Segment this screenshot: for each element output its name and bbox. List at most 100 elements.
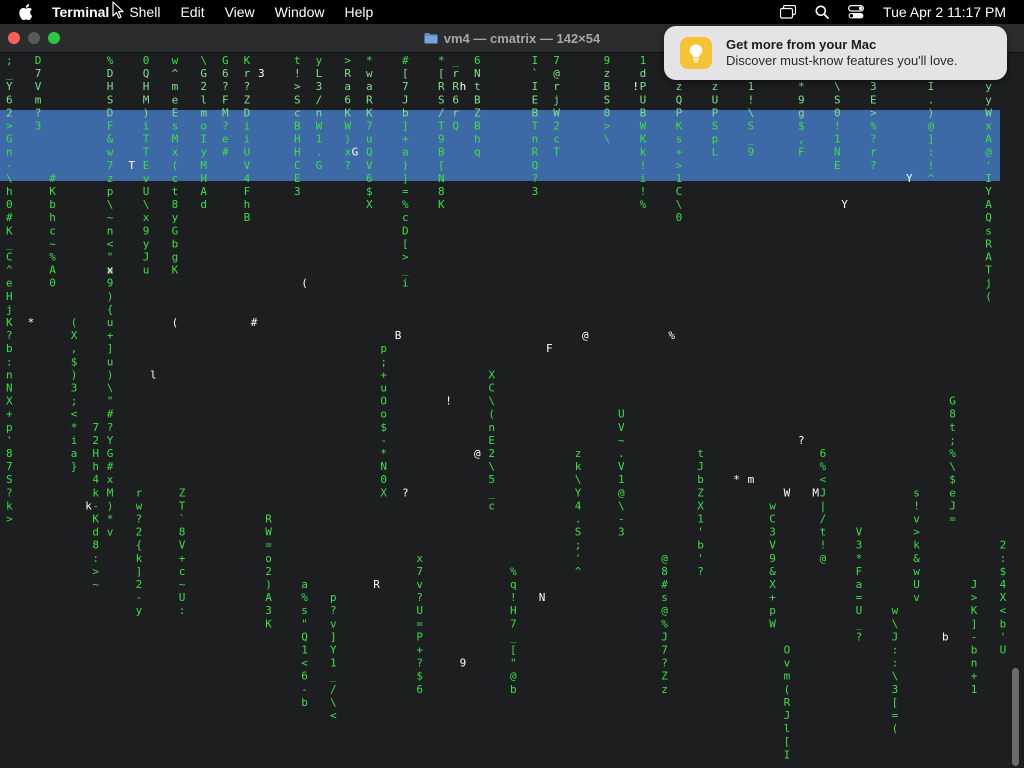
matrix-char: $ (798, 120, 805, 133)
matrix-char: 0 (49, 277, 56, 290)
matrix-char: & (107, 133, 114, 146)
matrix-char: b (697, 473, 704, 486)
matrix-char: _ (510, 630, 517, 643)
matrix-char: ~ (49, 237, 56, 250)
matrix-char: ! (820, 539, 827, 552)
matrix-char: % (402, 198, 409, 211)
matrix-char: S (438, 93, 445, 106)
matrix-char: c (553, 133, 560, 146)
matrix-char-head: B (395, 329, 402, 342)
menu-window[interactable]: Window (265, 0, 335, 24)
matrix-char: ' (985, 159, 992, 172)
matrix-char: ; (575, 539, 582, 552)
matrix-char: S (748, 120, 755, 133)
matrix-char: * (438, 54, 445, 67)
matrix-char: \ (748, 106, 755, 119)
matrix-char-head: ? (402, 486, 409, 499)
apple-icon[interactable] (18, 4, 34, 20)
matrix-char: ] (402, 172, 409, 185)
control-center-icon[interactable] (847, 3, 865, 21)
matrix-char: ! (928, 159, 935, 172)
search-icon[interactable] (813, 3, 831, 21)
matrix-char: M (107, 486, 114, 499)
matrix-char-head: R (373, 578, 380, 591)
matrix-char: : (928, 146, 935, 159)
matrix-char: + (769, 591, 776, 604)
matrix-char: s (172, 120, 179, 133)
matrix-char: w (892, 604, 899, 617)
matrix-char: _ (6, 67, 13, 80)
matrix-char: a (366, 80, 373, 93)
matrix-char: : (892, 644, 899, 657)
matrix-char: E (294, 172, 301, 185)
matrix-char: 7 (510, 617, 517, 630)
menu-bar-clock[interactable]: Tue Apr 2 11:17 PM (883, 4, 1006, 20)
matrix-char: 1 (748, 80, 755, 93)
matrix-char: 9 (143, 224, 150, 237)
matrix-char: G (107, 447, 114, 460)
matrix-char: E (532, 93, 539, 106)
matrix-char: - (136, 591, 143, 604)
menu-terminal[interactable]: Terminal (52, 0, 119, 24)
matrix-char: P (712, 106, 719, 119)
matrix-char: ' (575, 552, 582, 565)
matrix-char: v (913, 591, 920, 604)
matrix-char: # (49, 172, 56, 185)
matrix-char: R (532, 146, 539, 159)
terminal-output[interactable]: ; _ Y 6 2 > Gn - \ h 0 # K _ C ^ e Hj K? b: n N X + p ' 8 7 S? k > D 7 Vm… (0, 53, 1024, 768)
matrix-char: - (971, 630, 978, 643)
matrix-char: d (92, 526, 99, 539)
matrix-char: b (510, 683, 517, 696)
window-switcher-icon[interactable] (779, 3, 797, 21)
matrix-char: S (834, 93, 841, 106)
matrix-char: : (6, 355, 13, 368)
matrix-char: @ (553, 67, 560, 80)
matrix-char: v (784, 657, 791, 670)
matrix-char: \ (488, 395, 495, 408)
matrix-char: " (301, 617, 308, 630)
matrix-char: H (143, 80, 150, 93)
matrix-char: w (769, 499, 776, 512)
matrix-char: < (330, 709, 337, 722)
matrix-char: ( (488, 408, 495, 421)
matrix-char: 2 (6, 106, 13, 119)
matrix-char: 4 (1000, 578, 1007, 591)
matrix-char: K (172, 264, 179, 277)
matrix-char: a (344, 80, 351, 93)
cmatrix-rain: ;_Y62>Gn-\h0#K_C^eHjK?b:nNX+p'87S?k>D7Vm… (6, 54, 1007, 761)
matrix-char: ) (71, 368, 78, 381)
menu-help[interactable]: Help (334, 0, 383, 24)
matrix-char: E (172, 106, 179, 119)
matrix-char: n (6, 146, 13, 159)
matrix-char: ) (107, 499, 114, 512)
matrix-char: U (416, 604, 423, 617)
matrix-char: ! (640, 185, 647, 198)
matrix-char: \ (834, 80, 841, 93)
matrix-char: 9 (438, 133, 445, 146)
scrollbar-thumb[interactable] (1012, 668, 1019, 766)
matrix-char: _ (488, 486, 495, 499)
menu-view[interactable]: View (215, 0, 265, 24)
matrix-char: 9 (748, 146, 755, 159)
menu-edit[interactable]: Edit (170, 0, 214, 24)
matrix-char: n (971, 657, 978, 670)
matrix-char: k (92, 486, 99, 499)
matrix-char: n (6, 368, 13, 381)
matrix-char: j (553, 93, 560, 106)
matrix-char: V (618, 421, 625, 434)
matrix-char: b (697, 539, 704, 552)
matrix-char-head: ! (632, 80, 639, 93)
matrix-char: % (870, 120, 877, 133)
matrix-char: b (971, 644, 978, 657)
matrix-char: u (366, 133, 373, 146)
matrix-char: E (870, 93, 877, 106)
matrix-char: B (474, 120, 481, 133)
matrix-char: $ (1000, 565, 1007, 578)
matrix-char: e (172, 93, 179, 106)
menu-shell[interactable]: Shell (119, 0, 170, 24)
matrix-char: % (661, 617, 668, 630)
matrix-char: 8 (172, 198, 179, 211)
matrix-char: % (49, 251, 56, 264)
matrix-char: - (92, 499, 99, 512)
tips-notification[interactable]: Get more from your Mac Discover must-kno… (664, 26, 1007, 80)
